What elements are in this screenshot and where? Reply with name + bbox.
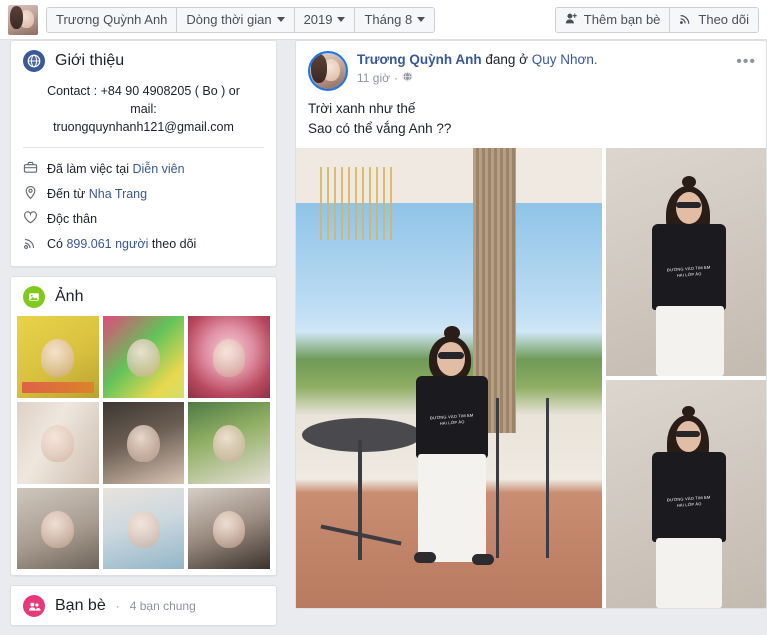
top-navigation-bar: Trương Quỳnh Anh Dòng thời gian 2019 Thá…	[0, 0, 767, 40]
intro-followers-link[interactable]: 899.061 người	[66, 237, 148, 251]
globe-icon	[23, 50, 45, 72]
profile-thumbnail[interactable]	[8, 4, 38, 35]
briefcase-icon	[23, 160, 38, 178]
post-author-name[interactable]: Trương Quỳnh Anh	[357, 52, 482, 67]
sidebar-photo-4[interactable]	[17, 402, 99, 484]
nav-month[interactable]: Tháng 8	[355, 7, 435, 32]
intro-followers-prefix: Có	[47, 236, 67, 251]
intro-row-followers: Có 899.061 người theo dõi	[23, 231, 264, 256]
post-action-text: đang ở	[481, 52, 532, 67]
intro-hometown-prefix: Đến từ	[47, 186, 89, 201]
sidebar-photo-2[interactable]	[102, 316, 185, 399]
timeline-filter-group: Trương Quỳnh Anh Dòng thời gian 2019 Thá…	[46, 6, 436, 33]
follow-button[interactable]: Theo dõi	[670, 7, 758, 32]
post-meta: 11 giờ ·	[357, 71, 598, 85]
friends-separator: ·	[115, 599, 120, 614]
post-place-link[interactable]: Quy Nhơn.	[532, 52, 598, 67]
photos-card: Ảnh	[10, 276, 277, 577]
intro-relationship-text: Độc thân	[47, 211, 98, 226]
intro-followers-text: Có 899.061 người theo dõi	[47, 237, 196, 251]
intro-details-list: Đã làm việc tại Diễn viên Đến từ Nha Tra…	[11, 148, 276, 266]
rss-follow-icon	[679, 12, 692, 28]
sidebar-photo-1[interactable]	[17, 316, 99, 399]
nav-profile-name-label: Trương Quỳnh Anh	[56, 12, 168, 27]
post-card: Trương Quỳnh Anh đang ở Quy Nhơn. 11 giờ…	[295, 40, 767, 610]
intro-card: Giới thiệu Contact : +84 90 4908205 ( Bo…	[10, 40, 277, 268]
intro-row-relationship: Độc thân	[23, 206, 264, 231]
friends-card: Bạn bè · 4 bạn chung	[10, 585, 277, 627]
intro-row-work: Đã làm việc tại Diễn viên	[23, 156, 264, 181]
sidebar-photo-7[interactable]	[17, 487, 99, 570]
post-photo-bottom-right[interactable]: ĐƯỜNG VÀO TIM EM HAI LỚP ÁO	[606, 380, 766, 609]
more-options-icon[interactable]: •••	[736, 53, 756, 71]
post-photo-main[interactable]: ĐƯỜNG VÀO TIM EM HAI LỚP ÁO	[296, 148, 602, 609]
avatar[interactable]	[308, 51, 348, 91]
add-friend-button[interactable]: Thêm bạn bè	[555, 7, 671, 32]
photos-card-header: Ảnh	[11, 277, 276, 316]
intro-hometown-text: Đến từ Nha Trang	[47, 187, 147, 201]
friends-subtitle: 4 bạn chung	[129, 599, 196, 614]
location-pin-icon	[23, 185, 38, 203]
post-photo-right-column: ĐƯỜNG VÀO TIM EM HAI LỚP ÁO ĐƯỜNG VÀO TIM…	[606, 148, 766, 609]
post-meta-separator: ·	[394, 70, 398, 85]
intro-work-text: Đã làm việc tại Diễn viên	[47, 162, 185, 176]
friends-icon	[23, 595, 45, 618]
chevron-down-icon	[276, 17, 285, 22]
post-timestamp[interactable]: 11 giờ	[357, 71, 390, 85]
intro-followers-suffix: theo dõi	[148, 236, 197, 251]
chevron-down-icon	[417, 17, 426, 22]
nav-timeline-label: Dòng thời gian	[186, 12, 272, 27]
nav-timeline[interactable]: Dòng thời gian	[177, 7, 295, 32]
heart-icon	[23, 210, 38, 228]
post-text-line-2: Sao có thể vắng Anh ??	[308, 120, 452, 136]
sidebar-photo-9[interactable]	[188, 487, 270, 570]
globe-icon[interactable]	[402, 71, 413, 85]
nav-year-label: 2019	[303, 12, 333, 27]
add-friend-label: Thêm bạn bè	[583, 12, 661, 27]
intro-work-link[interactable]: Diễn viên	[132, 162, 184, 176]
intro-card-header: Giới thiệu	[11, 41, 276, 80]
friends-title: Bạn bè	[55, 597, 106, 615]
post-text: Trời xanh như thế Sao có thể vắng Anh ??	[296, 91, 766, 148]
post-photo-collage: ĐƯỜNG VÀO TIM EM HAI LỚP ÁO ĐƯỜNG VÀO TIM…	[296, 148, 766, 609]
contact-line-2: truongquynhanh121@gmail.com	[53, 120, 234, 135]
intro-row-hometown: Đến từ Nha Trang	[23, 181, 264, 206]
post-author-line: Trương Quỳnh Anh đang ở Quy Nhơn.	[357, 51, 598, 69]
follow-label: Theo dõi	[698, 12, 749, 27]
intro-contact: Contact : +84 90 4908205 ( Bo ) or mail:…	[11, 80, 276, 147]
friends-card-header: Bạn bè · 4 bạn chung	[11, 586, 276, 625]
sidebar-photo-6[interactable]	[188, 402, 270, 484]
left-sidebar: Giới thiệu Contact : +84 90 4908205 ( Bo…	[0, 40, 287, 635]
post-photo-top-right[interactable]: ĐƯỜNG VÀO TIM EM HAI LỚP ÁO	[606, 148, 766, 377]
tee-text: ĐƯỜNG VÀO TIM EM HAI LỚP ÁO	[429, 412, 474, 426]
nav-year[interactable]: 2019	[294, 7, 356, 32]
post-header: Trương Quỳnh Anh đang ở Quy Nhơn. 11 giờ…	[296, 41, 766, 91]
contact-line-1: Contact : +84 90 4908205 ( Bo ) or mail:	[47, 84, 240, 117]
photos-title: Ảnh	[55, 288, 84, 306]
nav-profile-name[interactable]: Trương Quỳnh Anh	[47, 7, 178, 32]
add-friend-icon	[565, 12, 578, 28]
sidebar-photo-8[interactable]	[102, 487, 185, 570]
sidebar-photo-3[interactable]	[188, 316, 270, 399]
photo-icon	[23, 286, 45, 309]
post-text-line-1: Trời xanh như thế	[308, 101, 416, 116]
main-content: Trương Quỳnh Anh đang ở Quy Nhơn. 11 giờ…	[295, 40, 767, 618]
photos-grid	[11, 316, 276, 575]
intro-hometown-link[interactable]: Nha Trang	[89, 187, 147, 201]
topbar-actions: Thêm bạn bè Theo dõi	[554, 6, 759, 33]
sidebar-photo-5[interactable]	[102, 402, 185, 484]
chevron-down-icon	[337, 17, 346, 22]
nav-month-label: Tháng 8	[364, 12, 413, 27]
rss-icon	[23, 235, 38, 253]
intro-work-prefix: Đã làm việc tại	[47, 161, 133, 176]
intro-title: Giới thiệu	[55, 52, 125, 69]
